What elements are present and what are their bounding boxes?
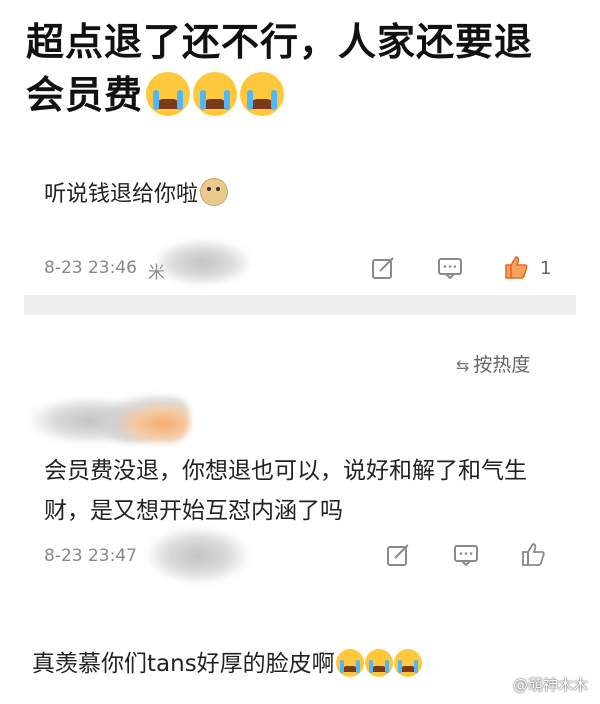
- comment-1: 听说钱退给你啦: [44, 176, 229, 208]
- comment-2-reply-icon[interactable]: [453, 542, 479, 568]
- comment-1-like-count: 1: [540, 258, 552, 279]
- comment-1-repost-icon[interactable]: [370, 255, 396, 281]
- comment-2-text: 会员费没退，你想退也可以，说好和解了和气生财，是又想开始互怼内涵了吗: [44, 458, 527, 524]
- post-title-line1: 超点退了还不行，人家还要退: [26, 20, 534, 64]
- watermark: @萌神木木: [512, 676, 588, 694]
- sort-icon: ⇆: [456, 356, 470, 375]
- crying-emoji-icon: [393, 649, 422, 677]
- blurred-username: [155, 240, 250, 285]
- crying-emoji-icon: [335, 649, 364, 677]
- blurred-username: [100, 395, 190, 443]
- comment-1-text: 听说钱退给你啦: [44, 182, 199, 207]
- comment-3: 真羡慕你们tans好厚的脸皮啊: [32, 644, 422, 678]
- comment-3-text: 真羡慕你们tans好厚的脸皮啊: [32, 651, 335, 677]
- sort-label: 按热度: [473, 354, 531, 376]
- section-divider: [24, 295, 576, 315]
- blurred-username: [148, 528, 248, 583]
- post-title-line2: 会员费: [26, 73, 144, 117]
- comment-1-like-icon[interactable]: [503, 254, 529, 280]
- doge-emoji-icon: [200, 178, 229, 206]
- comment-2-repost-icon[interactable]: [385, 542, 411, 568]
- crying-emoji-icon: [146, 72, 191, 116]
- post-title: 超点退了还不行，人家还要退 会员费: [26, 16, 586, 122]
- comment-2-like-icon[interactable]: [520, 541, 546, 567]
- crying-emoji-icon: [364, 649, 393, 677]
- comment-1-reply-icon[interactable]: [437, 255, 463, 281]
- crying-emoji-icon: [240, 72, 285, 116]
- crying-emoji-icon: [193, 72, 238, 116]
- comment-2-time: 8-23 23:47: [44, 546, 137, 566]
- post-title-line2-wrap: 会员费: [26, 69, 586, 122]
- sort-by-heat-button[interactable]: ⇆ 按热度: [456, 350, 530, 377]
- comment-1-time: 8-23 23:46: [44, 258, 137, 278]
